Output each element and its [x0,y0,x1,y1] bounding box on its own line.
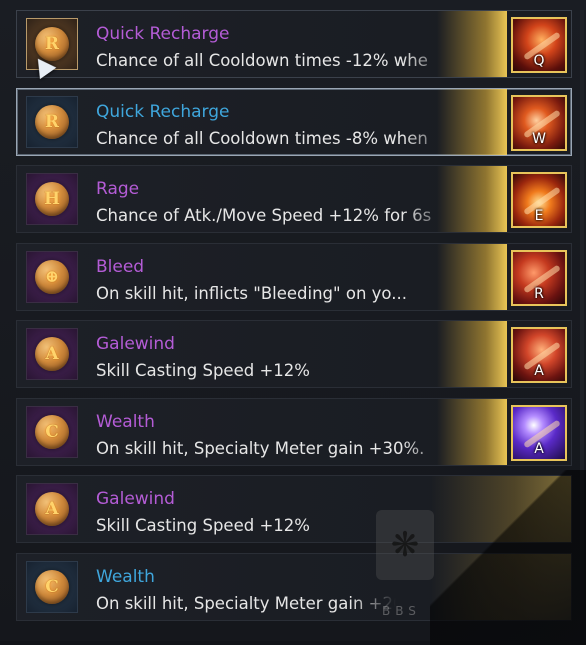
rune-row[interactable]: R Quick Recharge Chance of all Cooldown ti… [16,87,572,156]
equipped-glow [437,88,507,155]
rune-description: Chance of all Cooldown times -12% whe [96,51,428,70]
rune-row[interactable]: C Wealth On skill hit, Specialty Meter gai… [16,552,572,621]
rune-icon: C [26,405,78,458]
equipped-glow [437,398,507,465]
rune-description: On skill hit, Specialty Meter gain +30%. [96,438,425,458]
watermark-text: BBS [382,604,421,618]
skill-key-label: E [534,208,544,224]
slot-glow [431,553,571,620]
rune-row[interactable]: ⊕ Bleed On skill hit, inflicts "Bleeding" … [16,242,572,311]
rune-glyph-icon: A [35,337,69,371]
rune-list: R Quick Recharge Chance of all Cooldown ti… [16,10,572,630]
skill-slot-icon[interactable]: Q [511,17,567,73]
rune-description: Chance of Atk./Move Speed +12% for 6s [96,206,432,225]
rune-row[interactable]: R Quick Recharge Chance of all Cooldown ti… [16,10,572,80]
rune-name: Quick Recharge [96,24,230,44]
rune-icon: A [26,483,78,535]
skill-slot-icon[interactable]: E [511,172,567,228]
rune-row[interactable]: A Galewind Skill Casting Speed +12% [16,475,572,543]
rune-row[interactable]: H Rage Chance of Atk./Move Speed +12% for … [16,165,572,233]
rune-name: Galewind [96,489,175,509]
slot-glow [431,476,571,542]
rune-description: Skill Casting Speed +12% [96,516,310,535]
rune-description: Skill Casting Speed +12% [96,361,310,380]
rune-name: Wealth [96,566,155,587]
watermark-logo: ❋ [376,510,434,580]
scrollbar[interactable] [580,10,584,630]
equipped-glow [437,11,507,77]
skill-slot-icon[interactable]: W [511,94,567,151]
skill-key-label: Q [533,53,545,69]
rune-glyph-icon: ⊕ [35,259,69,294]
rune-panel: R Quick Recharge Chance of all Cooldown ti… [0,0,586,645]
rune-glyph-icon: A [35,492,69,526]
rune-icon: A [26,328,78,380]
rune-name: Wealth [96,411,155,432]
paw-icon: ❋ [390,525,420,565]
rune-icon: ⊕ [26,250,78,303]
skill-slot-icon[interactable]: A [511,404,567,461]
rune-glyph-icon: H [35,182,69,216]
rune-row[interactable]: A Galewind Skill Casting Speed +12% A [16,320,572,388]
skill-key-label: R [534,285,544,302]
rune-name: Galewind [96,334,175,354]
rune-description: On skill hit, inflicts "Bleeding" on yo.… [96,283,407,303]
rune-row[interactable]: C Wealth On skill hit, Specialty Meter gai… [16,397,572,466]
skill-slot-icon[interactable]: R [511,249,567,306]
rune-description: Chance of all Cooldown times -8% when [96,128,428,148]
equipped-glow [437,243,507,310]
rune-glyph-icon: C [35,414,69,449]
skill-key-label: W [532,130,546,147]
skill-key-label: A [534,440,544,457]
rune-icon: C [26,560,78,613]
rune-name: Quick Recharge [96,101,230,122]
equipped-glow [437,321,507,387]
rune-glyph-icon: C [35,569,69,604]
equipped-glow [437,166,507,232]
rune-glyph-icon: R [35,104,69,139]
rune-icon: R [26,95,78,148]
rune-icon: H [26,173,78,225]
rune-name: Rage [96,179,140,199]
rune-description: On skill hit, Specialty Meter gain +20%. [96,593,396,613]
skill-slot-icon[interactable]: A [511,327,567,383]
skill-key-label: A [534,363,544,379]
rune-name: Bleed [96,256,145,277]
